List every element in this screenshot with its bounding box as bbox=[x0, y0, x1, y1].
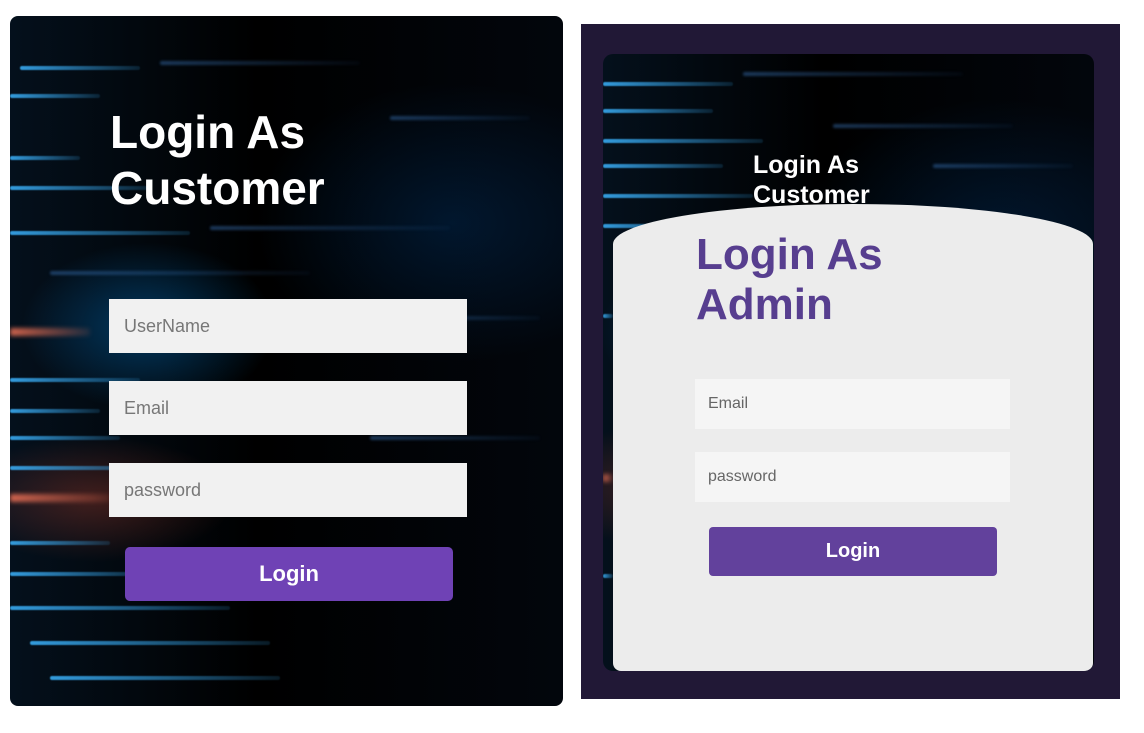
customer-login-title: Login As Customer bbox=[110, 106, 325, 214]
email-input[interactable] bbox=[109, 381, 467, 435]
username-input[interactable] bbox=[109, 299, 467, 353]
admin-login-frame: Login As Customer Login As Admin Login bbox=[581, 24, 1120, 699]
admin-login-panel: Login As Customer Login As Admin Login bbox=[603, 54, 1094, 671]
admin-password-input[interactable] bbox=[695, 452, 1010, 502]
customer-login-button[interactable]: Login bbox=[125, 547, 453, 601]
customer-login-title-behind: Login As Customer bbox=[753, 151, 870, 209]
customer-login-panel: Login As Customer Login bbox=[10, 16, 563, 706]
admin-login-title: Login As Admin bbox=[696, 230, 883, 329]
admin-login-button[interactable]: Login bbox=[709, 527, 997, 576]
admin-email-input[interactable] bbox=[695, 379, 1010, 429]
password-input[interactable] bbox=[109, 463, 467, 517]
